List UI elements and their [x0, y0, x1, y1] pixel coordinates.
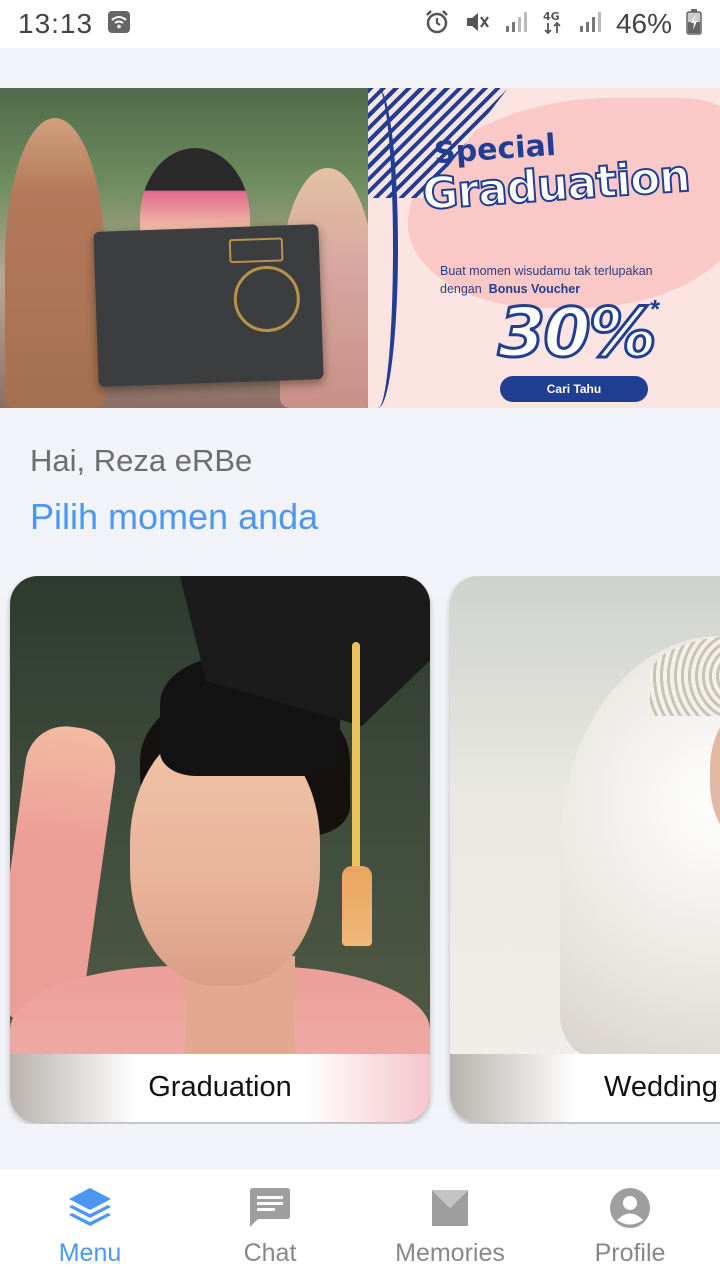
status-time: 13:13 [18, 8, 94, 39]
card-label-wedding: Wedding [604, 1071, 718, 1103]
nav-item-memories[interactable]: Memories [360, 1169, 540, 1280]
promo-desc-line1: Buat momen wisudamu tak terlupakan [440, 264, 653, 278]
nav-label-chat: Chat [243, 1239, 297, 1267]
tassel-cord [352, 642, 360, 872]
memories-icon [427, 1185, 473, 1231]
profile-icon [607, 1185, 653, 1231]
network-4g-icon: 4G [542, 9, 564, 40]
banner-person-father [5, 118, 105, 408]
bottom-navigation: Menu Chat Memories Profile [0, 1168, 720, 1280]
signal-icon [504, 10, 528, 39]
promo-asterisk: * [650, 294, 661, 324]
chat-icon [247, 1185, 293, 1231]
nav-label-menu: Menu [58, 1239, 122, 1267]
layers-icon [67, 1185, 113, 1231]
wifi-icon [107, 10, 131, 39]
promo-percent: 30% [497, 293, 659, 375]
nav-label-profile: Profile [594, 1239, 666, 1267]
promo-desc-prefix: dengan [440, 282, 482, 296]
nav-item-menu[interactable]: Menu [0, 1169, 180, 1280]
svg-text:4G: 4G [543, 10, 560, 23]
promo-description: Buat momen wisudamu tak terlupakan denga… [440, 262, 653, 298]
bride-crown [650, 636, 720, 716]
mute-icon [464, 9, 490, 40]
card-label-graduation: Graduation [148, 1071, 292, 1103]
banner-photo [0, 88, 378, 408]
card-graduation[interactable]: Graduation [10, 576, 430, 1122]
card-wedding[interactable]: Wedding [450, 576, 720, 1122]
status-right: 4G 46% [424, 8, 702, 40]
promo-curve [358, 88, 398, 408]
tassel [342, 866, 372, 946]
cari-tahu-button[interactable]: Cari Tahu [500, 376, 648, 402]
battery-percent: 46% [615, 8, 672, 39]
promo-banner[interactable]: Special Graduation Buat momen wisudamu t… [0, 88, 720, 408]
nav-item-profile[interactable]: Profile [540, 1169, 720, 1280]
diploma-image [93, 224, 324, 387]
banner-promo-panel: Special Graduation Buat momen wisudamu t… [368, 88, 720, 408]
status-left: 13:13 [18, 8, 131, 40]
alarm-icon [424, 9, 450, 40]
moment-cards-carousel[interactable]: Graduation Wedding [0, 576, 720, 1124]
nav-label-memories: Memories [395, 1239, 505, 1267]
status-bar: 13:13 4G 46% [0, 0, 720, 48]
choose-moment-title: Pilih momen anda [30, 496, 319, 537]
signal-icon-2 [578, 10, 602, 39]
greeting-text: Hai, Reza eRBe [30, 443, 253, 478]
nav-item-chat[interactable]: Chat [180, 1169, 360, 1280]
battery-charging-icon [686, 8, 702, 40]
